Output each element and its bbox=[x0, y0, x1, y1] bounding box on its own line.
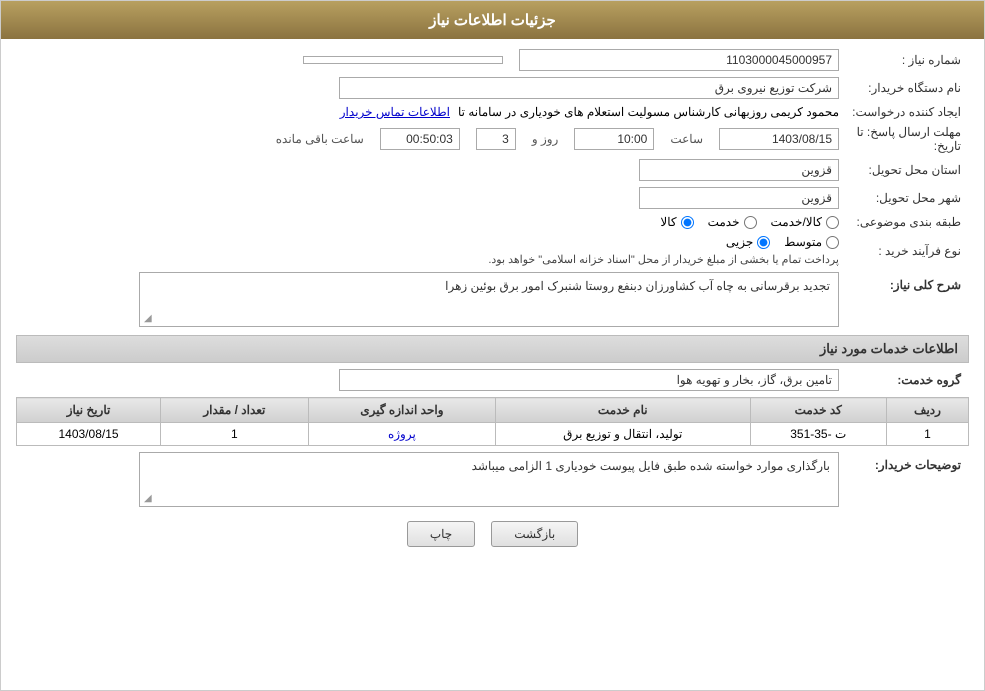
back-button[interactable]: بازگشت bbox=[491, 521, 578, 547]
cell-row-num: 1 bbox=[886, 423, 968, 446]
row-purchase-type: نوع فرآیند خرید : متوسط جزیی پرداخت تمام… bbox=[16, 235, 969, 266]
purchaser-value: شرکت توزیع نیروی برق bbox=[339, 77, 839, 99]
category-radio-khedmat[interactable] bbox=[744, 216, 757, 229]
category-label-kala: کالا bbox=[660, 215, 676, 229]
creator-link[interactable]: اطلاعات تماس خریدار bbox=[340, 105, 450, 119]
table-header-row: ردیف کد خدمت نام خدمت واحد اندازه گیری ت… bbox=[17, 398, 969, 423]
purchase-type-radio-jozii[interactable] bbox=[757, 236, 770, 249]
purchaser-value-col: شرکت توزیع نیروی برق bbox=[16, 77, 839, 99]
need-description-container: تجدید برقرسانی به چاه آب کشاورزان دبنفع … bbox=[139, 272, 839, 327]
buyer-notes-value: بارگذاری موارد خواسته شده طبق فایل پیوست… bbox=[472, 459, 830, 473]
buyer-notes-container: بارگذاری موارد خواسته شده طبق فایل پیوست… bbox=[139, 452, 839, 507]
cell-date: 1403/08/15 bbox=[17, 423, 161, 446]
category-label: طبقه بندی موضوعی: bbox=[839, 215, 969, 229]
announcement-value bbox=[303, 56, 503, 64]
purchase-type-label-mutavasset: متوسط bbox=[784, 235, 822, 249]
remaining-label: ساعت باقی مانده bbox=[276, 132, 364, 146]
need-description-value: تجدید برقرسانی به چاه آب کشاورزان دبنفع … bbox=[445, 279, 830, 293]
city-value-col: قزوین bbox=[16, 187, 839, 209]
print-button[interactable]: چاپ bbox=[407, 521, 475, 547]
need-description-value-col: تجدید برقرسانی به چاه آب کشاورزان دبنفع … bbox=[16, 272, 839, 327]
col-quantity: تعداد / مقدار bbox=[161, 398, 309, 423]
purchase-type-options: متوسط جزیی bbox=[726, 235, 839, 249]
row-deadline: مهلت ارسال پاسخ: تا تاریخ: 1403/08/15 سا… bbox=[16, 125, 969, 153]
purchase-type-radio-mutavasset[interactable] bbox=[826, 236, 839, 249]
deadline-date: 1403/08/15 bbox=[719, 128, 839, 150]
purchase-type-label: نوع فرآیند خرید : bbox=[839, 244, 969, 258]
category-option-khedmat[interactable]: خدمت bbox=[708, 215, 757, 229]
col-service-code: کد خدمت bbox=[750, 398, 886, 423]
service-group-value: تامین برق، گاز، بخار و تهویه هوا bbox=[339, 369, 839, 391]
table-body: 1 ت -35-351 تولید، انتقال و توزیع برق پر… bbox=[17, 423, 969, 446]
city-value: قزوین bbox=[639, 187, 839, 209]
province-value: قزوین bbox=[639, 159, 839, 181]
buyer-notes-value-col: بارگذاری موارد خواسته شده طبق فایل پیوست… bbox=[16, 452, 839, 507]
creator-label: ایجاد کننده درخواست: bbox=[839, 105, 969, 119]
city-label: شهر محل تحویل: bbox=[839, 191, 969, 205]
content-area: شماره نیاز : 1103000045000957 نام دستگاه… bbox=[1, 39, 984, 567]
category-radio-kala-khedmat[interactable] bbox=[826, 216, 839, 229]
row-purchaser: نام دستگاه خریدار: شرکت توزیع نیروی برق bbox=[16, 77, 969, 99]
cell-service-code: ت -35-351 bbox=[750, 423, 886, 446]
category-label-khedmat: خدمت bbox=[708, 215, 740, 229]
remaining-time: 00:50:03 bbox=[380, 128, 460, 150]
category-radio-kala[interactable] bbox=[681, 216, 694, 229]
col-row-num: ردیف bbox=[886, 398, 968, 423]
purchase-type-mutavasset[interactable]: متوسط bbox=[784, 235, 839, 249]
table-header: ردیف کد خدمت نام خدمت واحد اندازه گیری ت… bbox=[17, 398, 969, 423]
row-need-number: شماره نیاز : 1103000045000957 bbox=[16, 49, 969, 71]
purchase-type-value-col: متوسط جزیی پرداخت تمام یا بخشی از مبلغ خ… bbox=[16, 235, 839, 266]
table-row: 1 ت -35-351 تولید، انتقال و توزیع برق پر… bbox=[17, 423, 969, 446]
resize-handle-notes-icon: ◢ bbox=[144, 493, 152, 504]
services-section-title: اطلاعات خدمات مورد نیاز bbox=[16, 335, 969, 363]
page-header: جزئیات اطلاعات نیاز bbox=[1, 1, 984, 39]
deadline-value-col: 1403/08/15 ساعت 10:00 روز و 3 00:50:03 س… bbox=[16, 128, 839, 150]
row-category: طبقه بندی موضوعی: کالا/خدمت خدمت کالا bbox=[16, 215, 969, 229]
province-label: استان محل تحویل: bbox=[839, 163, 969, 177]
row-province: استان محل تحویل: قزوین bbox=[16, 159, 969, 181]
deadline-days: 3 bbox=[476, 128, 516, 150]
category-value-col: کالا/خدمت خدمت کالا bbox=[16, 215, 839, 229]
province-value-col: قزوین bbox=[16, 159, 839, 181]
need-number-value-col: 1103000045000957 bbox=[16, 49, 839, 71]
deadline-day-label: روز و bbox=[532, 132, 559, 146]
category-option-kala-khedmat[interactable]: کالا/خدمت bbox=[771, 215, 839, 229]
need-description-label: شرح کلی نیاز: bbox=[839, 278, 969, 292]
cell-quantity: 1 bbox=[161, 423, 309, 446]
row-service-group: گروه خدمت: تامین برق، گاز، بخار و تهویه … bbox=[16, 369, 969, 391]
need-number-value: 1103000045000957 bbox=[519, 49, 839, 71]
header-title: جزئیات اطلاعات نیاز bbox=[429, 12, 556, 29]
buttons-row: بازگشت چاپ bbox=[16, 521, 969, 547]
col-service-name: نام خدمت bbox=[496, 398, 750, 423]
deadline-label: مهلت ارسال پاسخ: تا تاریخ: bbox=[839, 125, 969, 153]
row-city: شهر محل تحویل: قزوین bbox=[16, 187, 969, 209]
creator-value: محمود کریمی روزبهانی کارشناس مسولیت استع… bbox=[458, 105, 839, 119]
category-label-kala-khedmat: کالا/خدمت bbox=[771, 215, 822, 229]
deadline-time: 10:00 bbox=[574, 128, 654, 150]
need-number-label: شماره نیاز : bbox=[839, 53, 969, 67]
creator-value-col: محمود کریمی روزبهانی کارشناس مسولیت استع… bbox=[16, 105, 839, 119]
resize-handle-icon: ◢ bbox=[144, 313, 152, 324]
row-description: شرح کلی نیاز: تجدید برقرسانی به چاه آب ک… bbox=[16, 272, 969, 327]
purchase-type-jozii[interactable]: جزیی bbox=[726, 235, 770, 249]
purchase-type-label-jozii: جزیی bbox=[726, 235, 753, 249]
category-option-kala[interactable]: کالا bbox=[660, 215, 693, 229]
page-container: جزئیات اطلاعات نیاز شماره نیاز : 1103000… bbox=[0, 0, 985, 691]
cell-service-name: تولید، انتقال و توزیع برق bbox=[496, 423, 750, 446]
deadline-time-label: ساعت bbox=[670, 132, 703, 146]
purchase-type-note: پرداخت تمام یا بخشی از مبلغ خریدار از مح… bbox=[488, 253, 839, 266]
service-group-value-col: تامین برق، گاز، بخار و تهویه هوا bbox=[16, 369, 839, 391]
service-group-label: گروه خدمت: bbox=[839, 373, 969, 387]
col-unit: واحد اندازه گیری bbox=[308, 398, 495, 423]
row-buyer-notes: توضیحات خریدار: بارگذاری موارد خواسته شد… bbox=[16, 452, 969, 507]
purchaser-label: نام دستگاه خریدار: bbox=[839, 81, 969, 95]
services-table: ردیف کد خدمت نام خدمت واحد اندازه گیری ت… bbox=[16, 397, 969, 446]
buyer-notes-label: توضیحات خریدار: bbox=[839, 458, 969, 472]
col-date: تاریخ نیاز bbox=[17, 398, 161, 423]
row-creator: ایجاد کننده درخواست: محمود کریمی روزبهان… bbox=[16, 105, 969, 119]
cell-unit: پروژه bbox=[308, 423, 495, 446]
